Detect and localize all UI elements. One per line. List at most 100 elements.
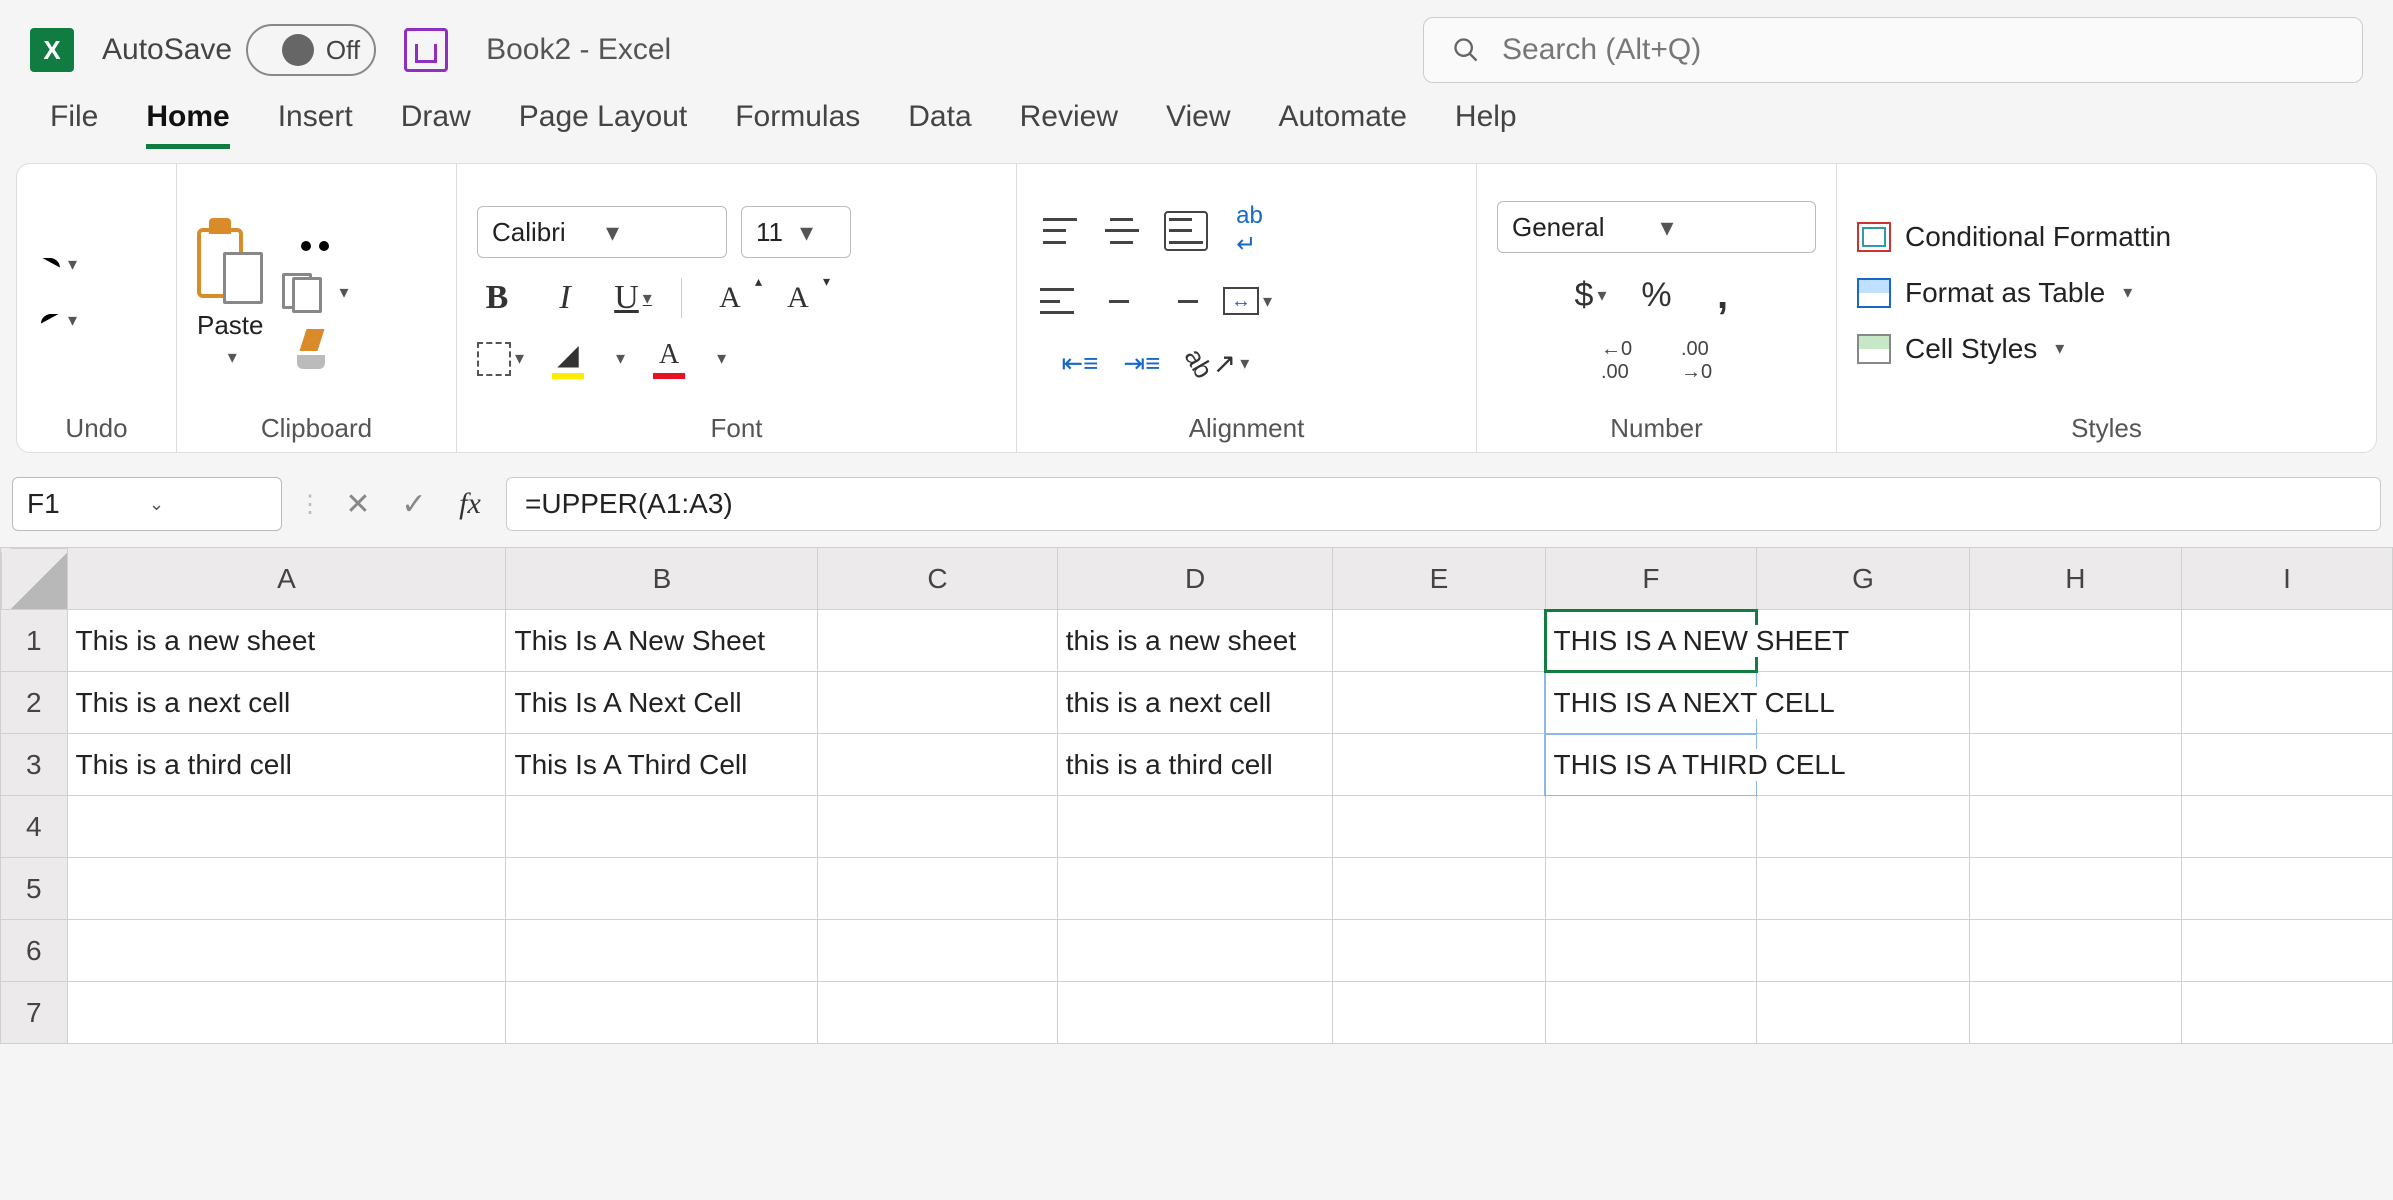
cell-B2[interactable]: This Is A Next Cell xyxy=(506,672,818,734)
format-painter-button[interactable] xyxy=(295,329,335,369)
align-right-button[interactable] xyxy=(1161,281,1201,321)
cell-D7[interactable] xyxy=(1057,982,1333,1044)
enter-button[interactable]: ✓ xyxy=(394,484,434,524)
align-top-button[interactable] xyxy=(1040,211,1080,251)
cell-A7[interactable] xyxy=(67,982,506,1044)
tab-view[interactable]: View xyxy=(1166,100,1230,149)
cell-I4[interactable] xyxy=(2181,796,2392,858)
cell-G7[interactable] xyxy=(1757,982,1969,1044)
tab-page-layout[interactable]: Page Layout xyxy=(519,100,687,149)
row-header-1[interactable]: 1 xyxy=(1,610,68,672)
cell-A1[interactable]: This is a new sheet xyxy=(67,610,506,672)
tab-file[interactable]: File xyxy=(50,100,98,149)
cell-I7[interactable] xyxy=(2181,982,2392,1044)
cell-F3[interactable]: THIS IS A THIRD CELL xyxy=(1545,734,1757,796)
cell-E1[interactable] xyxy=(1333,610,1545,672)
column-header-E[interactable]: E xyxy=(1333,548,1545,610)
cell-H7[interactable] xyxy=(1969,982,2181,1044)
cell-G4[interactable] xyxy=(1757,796,1969,858)
cut-button[interactable] xyxy=(295,217,335,257)
wrap-text-button[interactable]: ab↵ xyxy=(1230,202,1270,259)
underline-button[interactable]: U▾ xyxy=(613,278,653,318)
accounting-button[interactable]: $▾ xyxy=(1571,276,1611,316)
copy-button[interactable] xyxy=(282,273,322,313)
cell-B3[interactable]: This Is A Third Cell xyxy=(506,734,818,796)
conditional-formatting-button[interactable]: Conditional Formattin xyxy=(1857,221,2171,253)
tab-review[interactable]: Review xyxy=(1020,100,1118,149)
cell-C5[interactable] xyxy=(818,858,1057,920)
font-name-combo[interactable]: Calibri▾ xyxy=(477,206,727,258)
cell-E5[interactable] xyxy=(1333,858,1545,920)
column-header-C[interactable]: C xyxy=(818,548,1057,610)
cell-B6[interactable] xyxy=(506,920,818,982)
column-header-D[interactable]: D xyxy=(1057,548,1333,610)
cell-E6[interactable] xyxy=(1333,920,1545,982)
cell-C3[interactable] xyxy=(818,734,1057,796)
column-header-I[interactable]: I xyxy=(2181,548,2392,610)
cell-C7[interactable] xyxy=(818,982,1057,1044)
align-center-button[interactable] xyxy=(1099,281,1139,321)
cell-B5[interactable] xyxy=(506,858,818,920)
save-icon[interactable] xyxy=(404,28,448,72)
cell-E2[interactable] xyxy=(1333,672,1545,734)
cell-styles-button[interactable]: Cell Styles▾ xyxy=(1857,333,2064,365)
cell-H4[interactable] xyxy=(1969,796,2181,858)
cell-B1[interactable]: This Is A New Sheet xyxy=(506,610,818,672)
cell-C1[interactable] xyxy=(818,610,1057,672)
align-bottom-button[interactable] xyxy=(1164,211,1208,251)
cell-E7[interactable] xyxy=(1333,982,1545,1044)
select-all-corner[interactable] xyxy=(1,548,68,610)
chevron-down-icon[interactable]: ▾ xyxy=(340,282,349,303)
cell-H6[interactable] xyxy=(1969,920,2181,982)
cell-D4[interactable] xyxy=(1057,796,1333,858)
column-header-F[interactable]: F xyxy=(1545,548,1757,610)
cell-A6[interactable] xyxy=(67,920,506,982)
tab-insert[interactable]: Insert xyxy=(278,100,353,149)
cell-F6[interactable] xyxy=(1545,920,1757,982)
cell-D6[interactable] xyxy=(1057,920,1333,982)
cell-C6[interactable] xyxy=(818,920,1057,982)
undo-button[interactable]: ▾ xyxy=(37,245,77,285)
cell-I2[interactable] xyxy=(2181,672,2392,734)
align-middle-button[interactable] xyxy=(1102,211,1142,251)
cell-A4[interactable] xyxy=(67,796,506,858)
cell-I6[interactable] xyxy=(2181,920,2392,982)
cell-I1[interactable] xyxy=(2181,610,2392,672)
row-header-5[interactable]: 5 xyxy=(1,858,68,920)
format-as-table-button[interactable]: Format as Table▾ xyxy=(1857,277,2132,309)
column-header-A[interactable]: A xyxy=(67,548,506,610)
cell-C4[interactable] xyxy=(818,796,1057,858)
fill-color-button[interactable]: ◢ xyxy=(548,338,588,379)
tab-draw[interactable]: Draw xyxy=(401,100,471,149)
cell-D3[interactable]: this is a third cell xyxy=(1057,734,1333,796)
row-header-3[interactable]: 3 xyxy=(1,734,68,796)
cell-D5[interactable] xyxy=(1057,858,1333,920)
italic-button[interactable]: I xyxy=(545,278,585,318)
cancel-button[interactable]: ✕ xyxy=(338,484,378,524)
cell-G6[interactable] xyxy=(1757,920,1969,982)
font-color-button[interactable]: A xyxy=(649,339,689,379)
orientation-button[interactable]: ab↗▾ xyxy=(1184,343,1249,383)
cell-I5[interactable] xyxy=(2181,858,2392,920)
tab-help[interactable]: Help xyxy=(1455,100,1517,149)
font-size-combo[interactable]: 11▾ xyxy=(741,206,851,258)
row-header-6[interactable]: 6 xyxy=(1,920,68,982)
tab-home[interactable]: Home xyxy=(146,100,229,149)
grow-font-button[interactable]: A▴ xyxy=(710,278,750,318)
cell-C2[interactable] xyxy=(818,672,1057,734)
column-header-B[interactable]: B xyxy=(506,548,818,610)
cell-A5[interactable] xyxy=(67,858,506,920)
cell-F2[interactable]: THIS IS A NEXT CELL xyxy=(1545,672,1757,734)
align-left-button[interactable] xyxy=(1037,281,1077,321)
decrease-indent-button[interactable]: ⇤≡ xyxy=(1060,343,1100,383)
cell-F7[interactable] xyxy=(1545,982,1757,1044)
cell-H5[interactable] xyxy=(1969,858,2181,920)
borders-button[interactable]: ▾ xyxy=(477,339,524,379)
cell-H1[interactable] xyxy=(1969,610,2181,672)
redo-button[interactable]: ▾ xyxy=(37,301,77,341)
tab-data[interactable]: Data xyxy=(908,100,971,149)
increase-indent-button[interactable]: ⇥≡ xyxy=(1122,343,1162,383)
search-box[interactable]: Search (Alt+Q) xyxy=(1423,17,2363,83)
spreadsheet-grid[interactable]: ABCDEFGHI1This is a new sheetThis Is A N… xyxy=(0,547,2393,1044)
cell-F1[interactable]: THIS IS A NEW SHEET xyxy=(1545,610,1757,672)
